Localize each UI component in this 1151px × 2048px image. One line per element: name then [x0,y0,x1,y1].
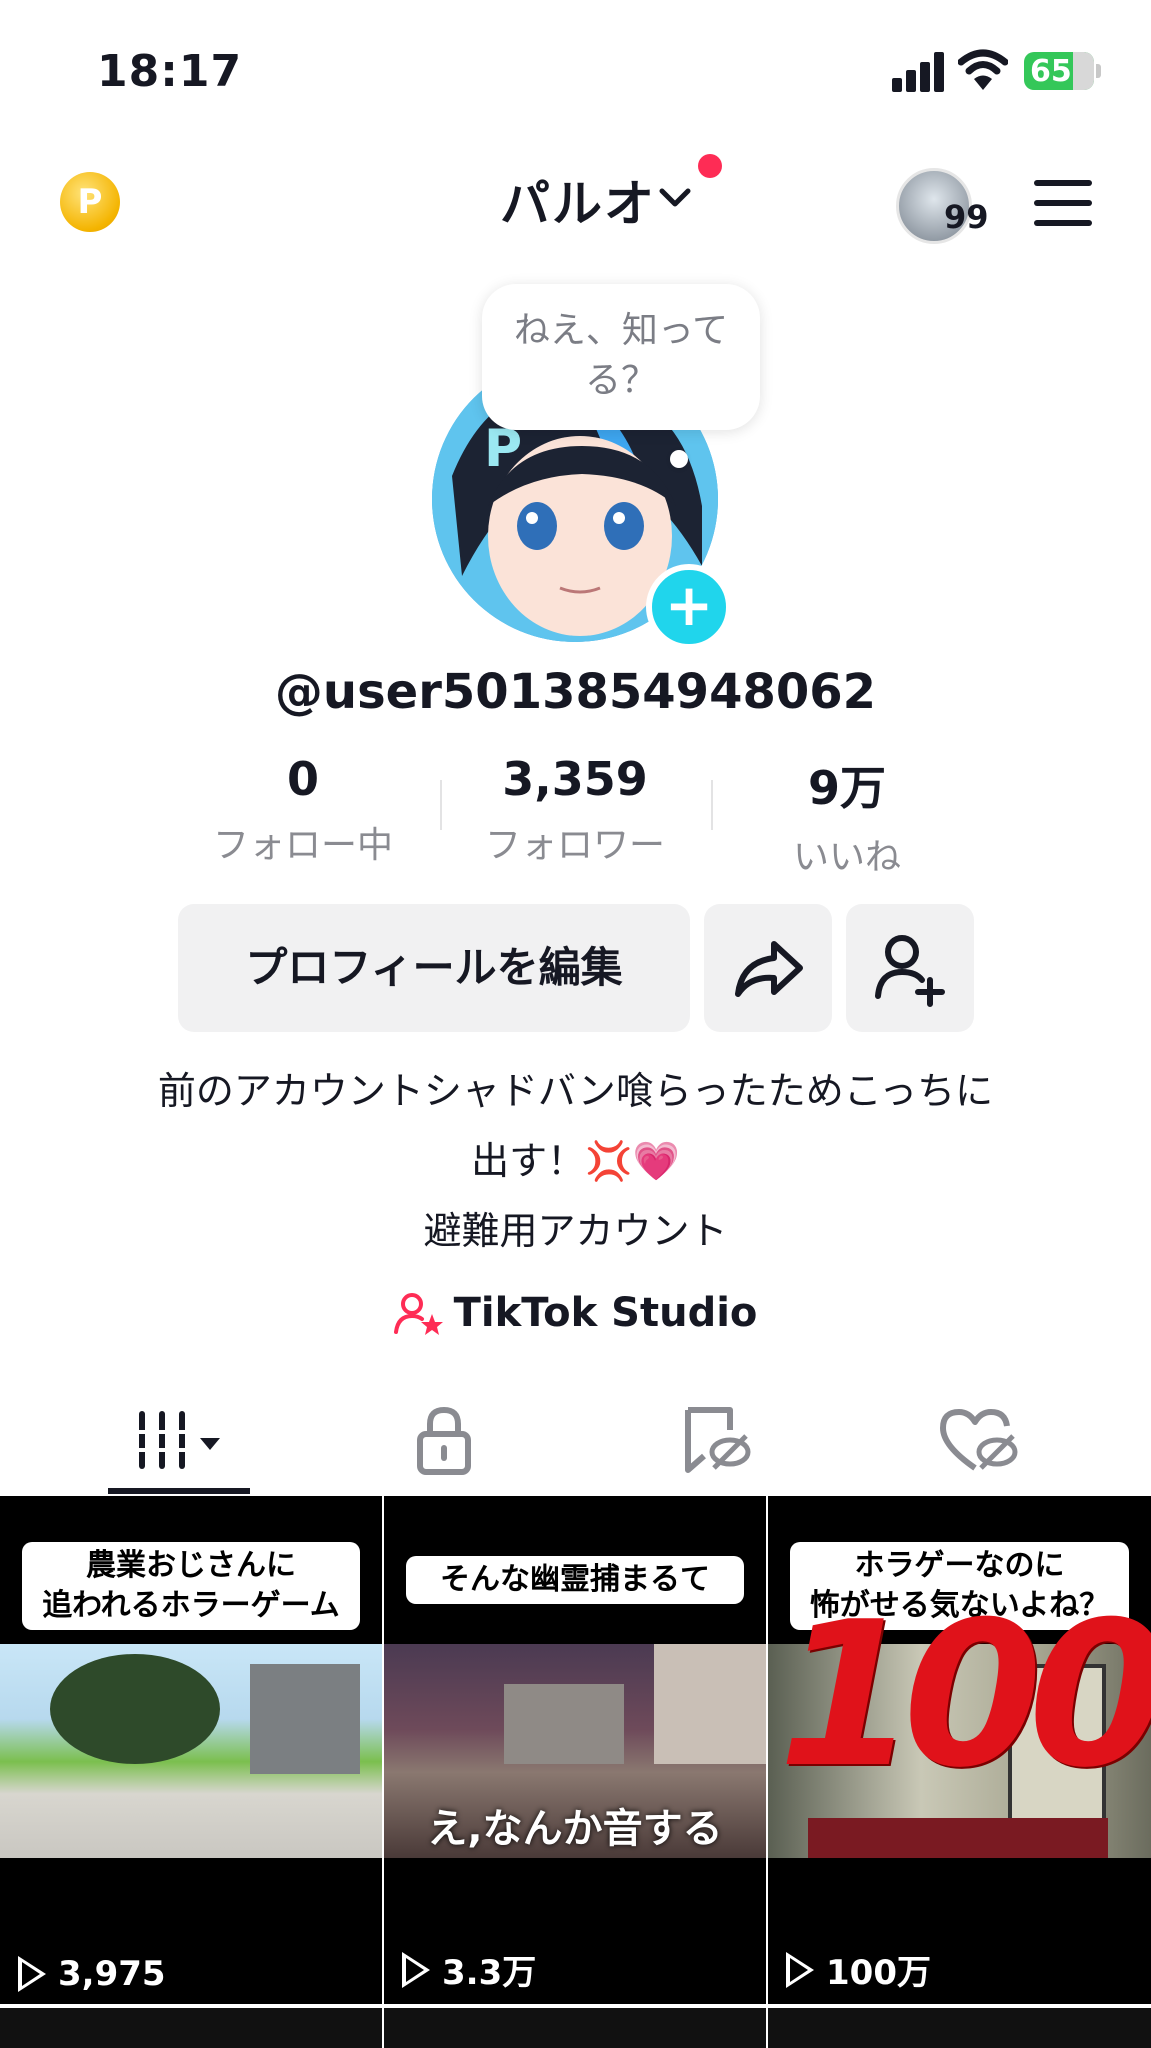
story-count: 99 [944,198,989,236]
notification-dot [698,154,722,178]
add-user-icon [875,935,945,1007]
play-icon [18,1956,46,1992]
view-count: 3,975 [18,1954,166,1994]
repost-hidden-icon [685,1407,751,1473]
video-thumbnail-next[interactable] [768,2008,1151,2048]
battery-tip [1096,64,1101,78]
tiktok-studio-link[interactable]: TikTok Studio [0,1288,1151,1336]
edit-profile-button[interactable]: プロフィールを編集 [178,904,690,1032]
followers-label: フォロワー [484,825,665,866]
status-time: 18:17 [97,46,243,97]
likes-count: 9万 [807,761,886,815]
grid-icon [136,1411,220,1469]
creator-star-icon [393,1293,443,1335]
video-thumbnail-next[interactable] [0,2008,382,2048]
battery-level: 65 [1030,54,1072,89]
play-icon [402,1951,430,1988]
view-count: 3.3万 [402,1945,536,1994]
active-tab-indicator [108,1488,250,1494]
tab-videos[interactable] [130,1400,270,1480]
bio-line: 前のアカウントシャドバン喰らったためこっちに [157,1069,994,1113]
video-thumbnail[interactable]: そんな幽霊捕まるて え,なんか音する 3.3万 [384,1496,766,2004]
stat-following[interactable]: 0 フォロー中 [168,752,438,868]
play-icon [786,1951,814,1988]
bubble-tail [670,450,688,468]
coin-icon[interactable]: P [60,172,120,232]
battery-icon: 65 [1024,52,1094,90]
bio-line: 出す！💢💗 [471,1139,680,1183]
profile-handle: @user5013854948062 [274,664,877,720]
chevron-down-icon[interactable] [658,186,692,210]
followers-count: 3,359 [502,752,648,806]
video-caption: 農業おじさんに 追われるホラーゲーム [22,1542,360,1630]
add-story-button[interactable]: + [646,564,732,650]
stat-likes[interactable]: 9万 いいね [712,752,982,880]
add-friends-button[interactable] [846,904,974,1032]
tab-private[interactable] [400,1400,540,1480]
speech-bubble[interactable]: ねえ、知ってる？ [482,284,760,430]
share-icon [735,941,803,997]
video-thumbnail[interactable]: ホラゲーなのに 怖がせる気ないよね？ 100 100万 [768,1496,1151,2004]
hundred-emoji-sticker: 100 [778,1579,1151,1812]
tab-reposts[interactable] [670,1400,810,1480]
share-profile-button[interactable] [704,904,832,1032]
bio-line: 避難用アカウント [423,1209,728,1253]
heart-hidden-icon [940,1409,1018,1471]
wifi-icon [958,49,1008,90]
studio-label: TikTok Studio [453,1290,758,1336]
stat-followers[interactable]: 3,359 フォロワー [440,752,710,868]
video-thumbnail-next[interactable] [384,2008,766,2048]
lock-icon [417,1406,471,1475]
video-scene [0,1644,382,1858]
video-caption: そんな幽霊捕まるて [406,1556,744,1604]
video-overlay-text: え,なんか音する [427,1806,723,1852]
following-label: フォロー中 [212,825,393,866]
cellular-signal-icon [892,52,946,92]
video-thumbnail[interactable]: 農業おじさんに 追われるホラーゲーム 3,975 [0,1496,382,2004]
menu-icon[interactable] [1034,180,1092,226]
tab-liked[interactable] [935,1400,1075,1480]
following-count: 0 [286,752,319,806]
likes-label: いいね [792,837,901,878]
account-switcher-name[interactable]: パルオ [500,164,656,236]
view-count: 100万 [786,1945,931,1994]
